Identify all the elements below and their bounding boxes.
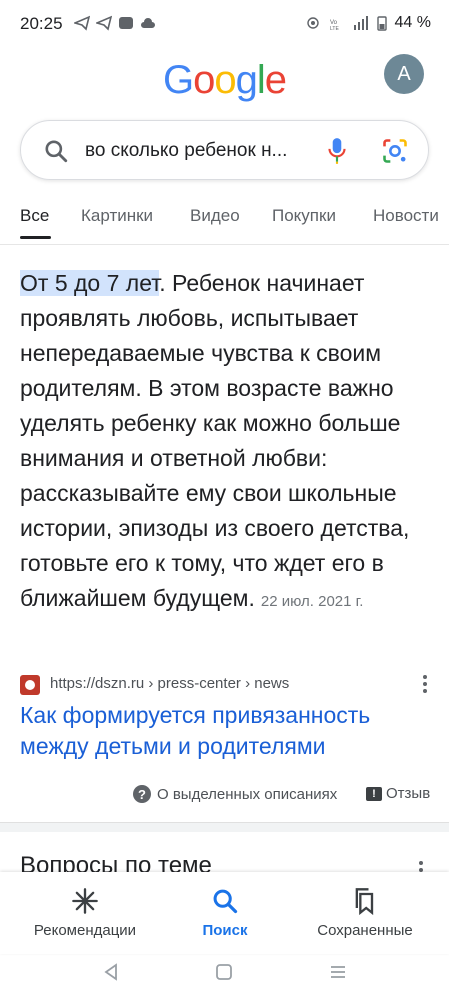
home-icon[interactable]: [215, 962, 233, 982]
volte-icon: VoLTE: [330, 20, 339, 31]
system-navigation-bar: [0, 954, 449, 1000]
tab-all[interactable]: Все: [20, 206, 49, 226]
snippet-date: 22 июл. 2021 г.: [260, 593, 364, 610]
battery-level: 44 %: [394, 14, 431, 31]
result-source[interactable]: https://dszn.ru › press-center › news: [20, 672, 429, 698]
section-separator: [0, 822, 449, 832]
recent-apps-icon[interactable]: [329, 962, 347, 982]
app-icon: [119, 17, 133, 29]
search-box[interactable]: во сколько ребенок н...: [20, 120, 429, 180]
discover-icon: [72, 888, 98, 914]
active-tab-indicator: [20, 236, 51, 239]
feedback-button[interactable]: ! Отзыв: [366, 785, 430, 802]
about-label: О выделенных описаниях: [157, 785, 338, 803]
nav-recommendations[interactable]: Рекомендации: [30, 872, 140, 954]
about-featured-snippets-link[interactable]: ? О выделенных описаниях: [133, 785, 337, 803]
svg-text:LTE: LTE: [330, 26, 339, 31]
microphone-icon[interactable]: [324, 136, 350, 166]
telegram-icon: [74, 15, 90, 31]
nav-saved[interactable]: Сохраненные: [310, 872, 420, 954]
search-icon: [213, 889, 238, 914]
google-lens-icon[interactable]: [381, 137, 409, 165]
tab-shopping[interactable]: Покупки: [272, 206, 336, 226]
logo-letter: o: [193, 58, 215, 102]
tab-news[interactable]: Новости: [373, 206, 439, 226]
logo-letter: e: [264, 58, 287, 102]
snippet-text: . Ребенок начинает проявлять любовь, исп…: [20, 270, 410, 611]
result-title-link[interactable]: Как формируется привязанность между деть…: [20, 700, 429, 762]
divider: [0, 244, 449, 245]
nav-label: Поиск: [202, 922, 248, 939]
logo-letter: G: [162, 58, 194, 102]
telegram-icon: [96, 15, 112, 31]
signal-icon: [353, 16, 368, 30]
status-bar: 20:25 Vo LTE 44 %: [0, 0, 449, 48]
google-logo: Google: [0, 58, 449, 103]
feedback-icon: !: [366, 786, 382, 801]
bookmarks-icon: [355, 888, 374, 915]
result-url[interactable]: https://dszn.ru › press-center › news: [50, 675, 289, 692]
back-icon[interactable]: [102, 962, 120, 982]
snippet-footer: ? О выделенных описаниях ! Отзыв: [0, 783, 449, 807]
featured-snippet: От 5 до 7 лет. Ребенок начинает проявлят…: [20, 266, 432, 619]
battery-icon: [376, 16, 387, 31]
site-favicon-icon: [20, 675, 40, 695]
bottom-navigation: Рекомендации Поиск Сохраненные: [0, 872, 449, 954]
status-time: 20:25: [20, 14, 63, 33]
feedback-label: Отзыв: [386, 785, 431, 802]
logo-letter: g: [235, 58, 258, 102]
search-icon: [45, 140, 68, 163]
cloud-icon: [141, 18, 155, 28]
nav-search[interactable]: Поиск: [190, 872, 260, 954]
search-tabs: Все Картинки Видео Покупки Новости: [0, 196, 449, 242]
snippet-highlight: От 5 до 7 лет: [20, 270, 160, 296]
help-icon: ?: [133, 785, 151, 803]
tab-videos[interactable]: Видео: [190, 206, 240, 226]
nav-label: Рекомендации: [33, 922, 137, 939]
hotspot-icon: [306, 17, 319, 29]
nav-label: Сохраненные: [317, 922, 413, 939]
tab-images[interactable]: Картинки: [81, 206, 153, 226]
logo-letter: o: [214, 58, 236, 102]
logo-letter: l: [256, 58, 266, 102]
more-options-icon[interactable]: [421, 672, 429, 696]
search-input[interactable]: во сколько ребенок н...: [85, 140, 287, 162]
avatar[interactable]: A: [384, 54, 424, 94]
